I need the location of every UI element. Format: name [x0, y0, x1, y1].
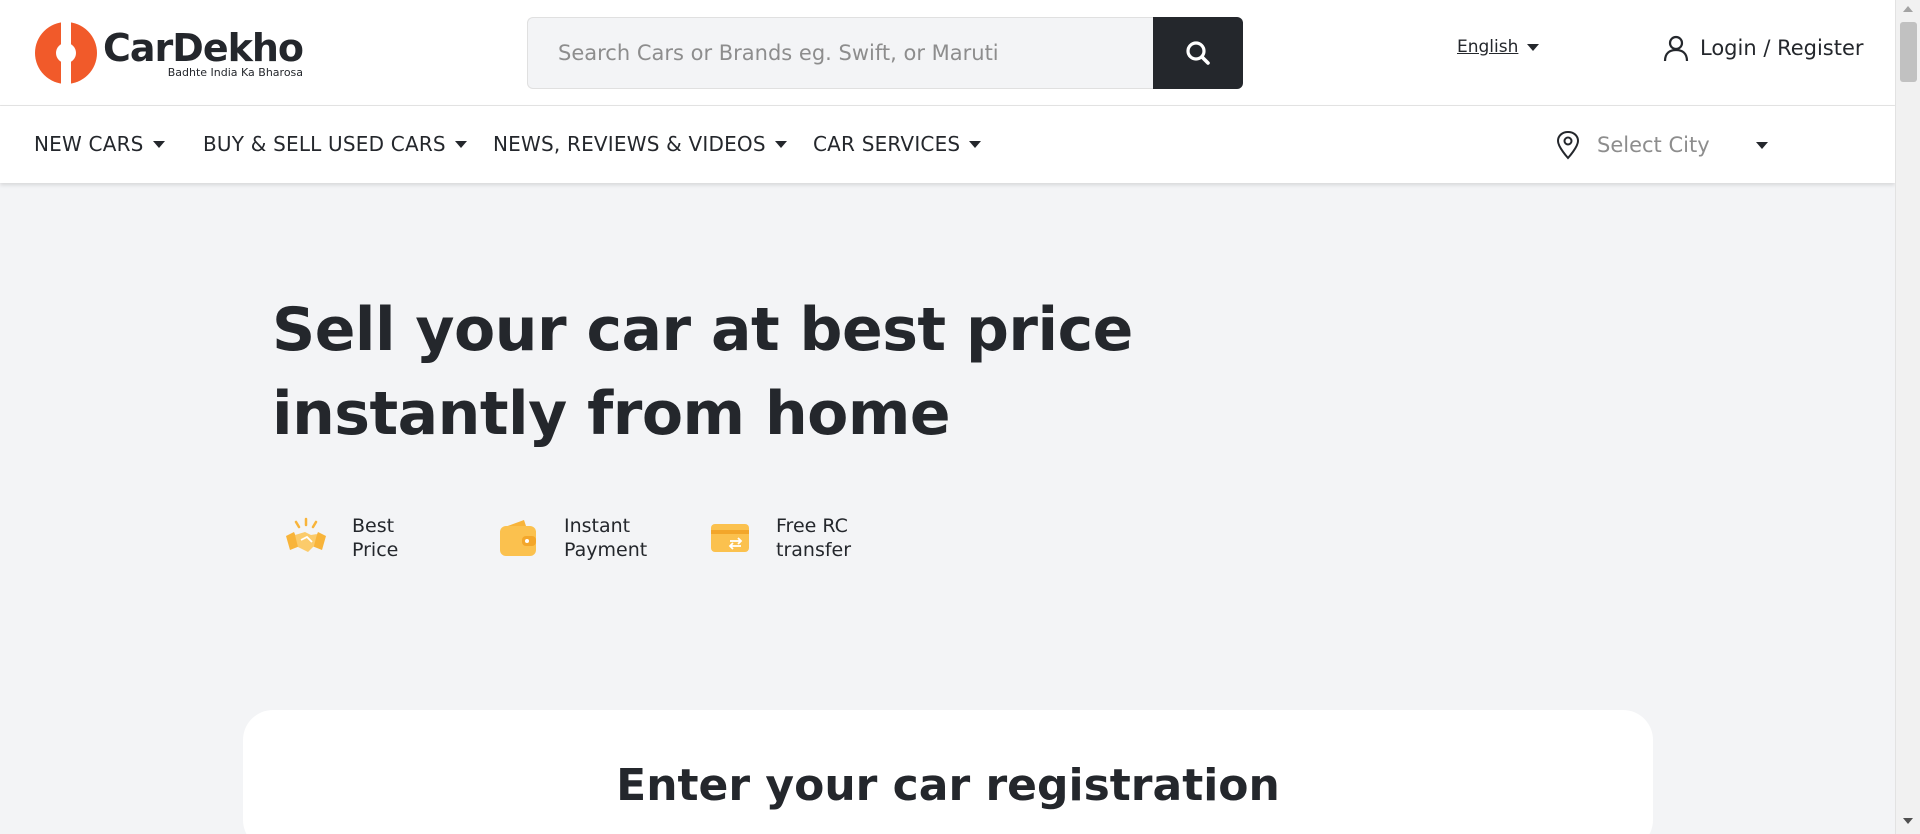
search-icon — [1186, 41, 1210, 65]
registration-card: Enter your car registration — [243, 710, 1653, 834]
hero-title-line1: Sell your car at best price — [272, 295, 1133, 365]
chevron-down-icon — [774, 140, 787, 148]
chevron-down-icon — [454, 140, 467, 148]
search-bar — [527, 17, 1243, 89]
top-header: CarDekho Badhte India Ka Bharosa English… — [0, 0, 1895, 106]
location-pin-icon — [1556, 130, 1580, 160]
feature-label-line2: Price — [352, 539, 399, 561]
rc-card-icon — [711, 524, 749, 552]
search-button[interactable] — [1153, 17, 1243, 89]
nav-item-buy-sell-used-cars[interactable]: BUY & SELL USED CARS — [203, 132, 467, 156]
handshake-icon — [286, 517, 326, 552]
nav-item-label: NEW CARS — [34, 132, 144, 156]
nav-item-label: NEWS, REVIEWS & VIDEOS — [493, 132, 766, 156]
registration-card-title: Enter your car registration — [616, 760, 1280, 811]
feature-label-line2: transfer — [776, 539, 852, 561]
language-selector[interactable]: English — [1457, 37, 1540, 57]
nav-item-label: BUY & SELL USED CARS — [203, 132, 446, 156]
chevron-down-icon — [152, 140, 165, 148]
nav-item-new-cars[interactable]: NEW CARS — [34, 132, 165, 156]
logo-brand-text: CarDekho — [103, 25, 304, 70]
main-nav: NEW CARS BUY & SELL USED CARS NEWS, REVI… — [0, 106, 1895, 183]
language-label: English — [1457, 37, 1519, 57]
login-register-link[interactable]: Login / Register — [1662, 34, 1864, 62]
nav-item-news-reviews-videos[interactable]: NEWS, REVIEWS & VIDEOS — [493, 132, 787, 156]
feature-label-line1: Instant — [564, 515, 631, 537]
feature-label-line2: Payment — [564, 539, 648, 561]
feature-label-line1: Free RC — [776, 515, 848, 537]
login-register-label: Login / Register — [1700, 36, 1864, 60]
feature-free-rc-transfer: Free RC transfer — [708, 514, 896, 562]
nav-item-label: CAR SERVICES — [813, 132, 961, 156]
logo-mark-icon — [35, 22, 97, 84]
hero-title: Sell your car at best price instantly fr… — [272, 288, 1172, 456]
wallet-icon — [500, 520, 536, 556]
city-placeholder: Select City — [1597, 133, 1710, 157]
feature-label-line1: Best — [352, 515, 395, 537]
chevron-down-icon — [1527, 43, 1540, 51]
scroll-thumb[interactable] — [1900, 22, 1917, 82]
chevron-down-icon — [969, 140, 982, 148]
search-input[interactable] — [527, 17, 1153, 89]
feature-best-price: Best Price — [284, 514, 472, 562]
hero-title-line2: instantly from home — [272, 379, 951, 449]
city-selector[interactable]: Select City — [1555, 130, 1768, 160]
scroll-up-arrow-icon[interactable] — [1903, 6, 1913, 12]
scroll-down-arrow-icon[interactable] — [1903, 818, 1913, 824]
nav-item-car-services[interactable]: CAR SERVICES — [813, 132, 982, 156]
cardekho-logo[interactable]: CarDekho Badhte India Ka Bharosa — [35, 22, 304, 84]
chevron-down-icon — [1756, 141, 1768, 149]
page-scrollbar[interactable] — [1895, 0, 1920, 834]
user-icon — [1663, 35, 1689, 62]
feature-instant-payment: Instant Payment — [496, 514, 684, 562]
